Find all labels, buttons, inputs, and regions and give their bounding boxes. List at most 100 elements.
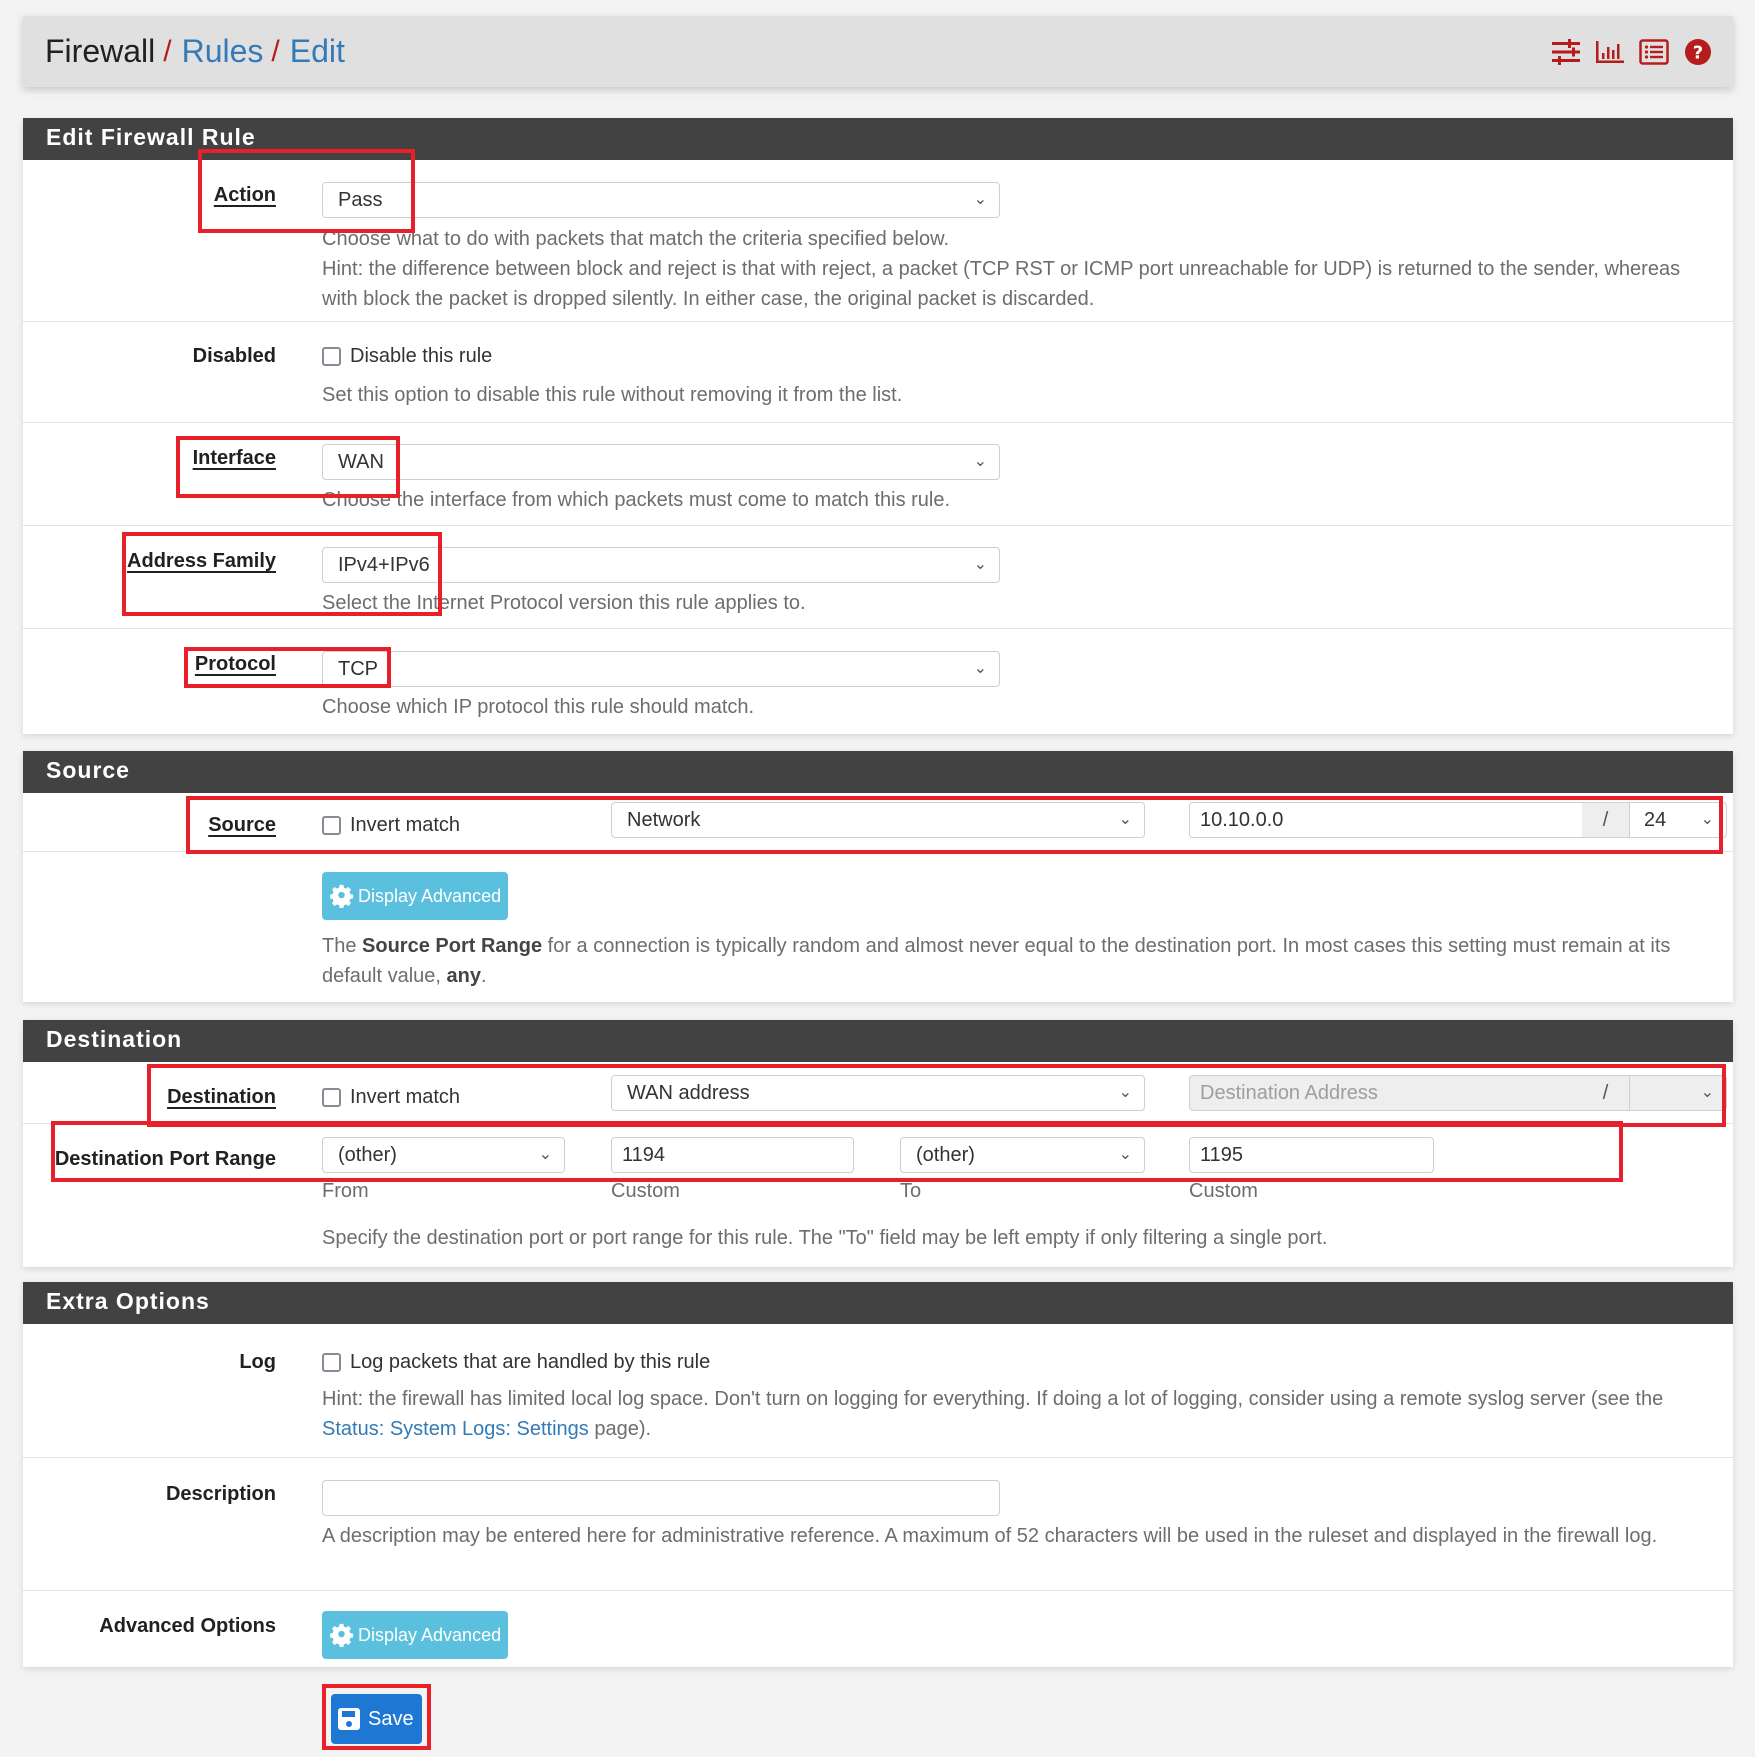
interface-label: Interface (192, 447, 276, 469)
list-icon[interactable] (1639, 37, 1669, 67)
checkbox-box[interactable] (322, 1088, 341, 1107)
help-bold: Source Port Range (362, 935, 543, 957)
port-range-help: Specify the destination port or port ran… (322, 1227, 1328, 1249)
source-display-advanced-button[interactable]: Display Advanced (322, 872, 509, 920)
help-text: . (481, 965, 487, 987)
chevron-down-icon: ⌄ (973, 660, 987, 677)
destination-type-select[interactable]: WAN address ⌄ (611, 1075, 1145, 1111)
disable-rule-checkbox[interactable]: Disable this rule (322, 345, 492, 368)
breadcrumb-separator: / (163, 34, 172, 68)
source-mask-select[interactable]: 24 ⌄ (1629, 802, 1727, 838)
protocol-select[interactable]: TCP ⌄ (322, 651, 1000, 687)
advanced-display-button[interactable]: Display Advanced (322, 1611, 509, 1659)
breadcrumb-rules-link[interactable]: Rules (182, 33, 264, 70)
address-family-help: Select the Internet Protocol version thi… (322, 592, 806, 614)
source-label: Source (208, 814, 276, 836)
chevron-down-icon: ⌄ (1118, 811, 1132, 828)
action-help: Choose what to do with packets that matc… (322, 224, 1713, 314)
interface-select-value: WAN (338, 451, 384, 473)
destination-invert-checkbox[interactable]: Invert match (322, 1086, 460, 1109)
section-title-source: Source (23, 751, 1733, 793)
chevron-down-icon: ⌄ (973, 453, 987, 470)
bar-chart-icon[interactable] (1595, 37, 1625, 67)
source-address-input[interactable]: 10.10.0.0 (1189, 802, 1583, 838)
section-title-extra: Extra Options (23, 1282, 1733, 1324)
port-to-caption: To (900, 1180, 922, 1202)
checkbox-box[interactable] (322, 347, 341, 366)
port-from-caption: From (322, 1180, 369, 1202)
description-help: A description may be entered here for ad… (322, 1525, 1658, 1547)
source-panel: Source Source Invert match Network ⌄ 10.… (23, 751, 1733, 1002)
action-label: Action (213, 184, 276, 206)
advanced-display-label: Display Advanced (358, 1624, 502, 1645)
section-title-destination: Destination (23, 1020, 1733, 1062)
source-row: Source Invert match Network ⌄ 10.10.0.0 … (23, 793, 1733, 852)
source-address-value: 10.10.0.0 (1200, 809, 1284, 831)
header-icons: ? (1551, 16, 1713, 87)
action-row: Action Pass ⌄ Choose what to do with pac… (23, 160, 1733, 322)
source-invert-checkbox[interactable]: Invert match (322, 814, 460, 837)
breadcrumb-edit-link[interactable]: Edit (290, 33, 345, 70)
help-text: page). (588, 1418, 652, 1440)
source-display-advanced-label: Display Advanced (358, 885, 502, 906)
destination-mask-select[interactable]: ⌄ (1629, 1075, 1727, 1111)
gear-icon (330, 884, 354, 908)
destination-address-input[interactable]: Destination Address (1189, 1075, 1583, 1111)
breadcrumb-separator: / (271, 34, 280, 68)
description-input[interactable] (322, 1480, 1000, 1516)
port-to-select[interactable]: (other) ⌄ (900, 1137, 1145, 1173)
extra-options-panel: Extra Options Log Log packets that are h… (23, 1282, 1733, 1667)
breadcrumb-bar: Firewall / Rules / Edit ? (23, 16, 1733, 87)
log-label: Log (239, 1351, 276, 1373)
svg-text:?: ? (1693, 42, 1703, 63)
port-from-select-value: (other) (338, 1144, 397, 1166)
disabled-help: Set this option to disable this rule wit… (322, 384, 903, 406)
sliders-icon[interactable] (1551, 37, 1581, 67)
chevron-down-icon: ⌄ (1118, 1146, 1132, 1163)
port-to-custom-input[interactable]: 1195 (1189, 1137, 1434, 1173)
log-checkbox-label: Log packets that are handled by this rul… (350, 1351, 711, 1373)
action-select-value: Pass (338, 189, 383, 211)
source-slash-addon: / (1582, 802, 1629, 838)
log-checkbox[interactable]: Log packets that are handled by this rul… (322, 1351, 710, 1374)
log-help: Hint: the firewall has limited local log… (322, 1384, 1713, 1444)
port-to-custom-value: 1195 (1200, 1144, 1244, 1166)
system-logs-settings-link[interactable]: Status: System Logs: Settings (322, 1418, 589, 1440)
advanced-options-row: Advanced Options Display Advanced (23, 1591, 1733, 1667)
source-type-value: Network (627, 809, 701, 831)
source-invert-label: Invert match (350, 814, 461, 836)
disable-rule-checkbox-label: Disable this rule (350, 345, 493, 367)
protocol-help: Choose which IP protocol this rule shoul… (322, 696, 755, 718)
log-row: Log Log packets that are handled by this… (23, 1324, 1733, 1458)
interface-row: Interface WAN ⌄ Choose the interface fro… (23, 423, 1733, 526)
destination-port-range-row: Destination Port Range (other) ⌄ 1194 (o… (23, 1124, 1733, 1267)
chevron-down-icon: ⌄ (973, 191, 987, 208)
address-family-select[interactable]: IPv4+IPv6 ⌄ (322, 547, 1000, 583)
checkbox-box[interactable] (322, 1353, 341, 1372)
edit-rule-panel: Edit Firewall Rule Action Pass ⌄ Choose … (23, 118, 1733, 734)
chevron-down-icon: ⌄ (973, 556, 987, 573)
port-from-custom-caption: Custom (611, 1180, 680, 1202)
advanced-options-label: Advanced Options (99, 1615, 276, 1637)
action-help-line: Choose what to do with packets that matc… (322, 228, 950, 250)
chevron-down-icon: ⌄ (538, 1146, 552, 1163)
source-type-select[interactable]: Network ⌄ (611, 802, 1145, 838)
section-title-edit: Edit Firewall Rule (23, 118, 1733, 160)
help-icon[interactable]: ? (1683, 37, 1713, 67)
checkbox-box[interactable] (322, 816, 341, 835)
destination-address-placeholder: Destination Address (1200, 1082, 1378, 1104)
interface-select[interactable]: WAN ⌄ (322, 444, 1000, 480)
help-bold: any (446, 965, 481, 987)
protocol-label: Protocol (194, 653, 276, 675)
description-row: Description A description may be entered… (23, 1458, 1733, 1591)
port-from-custom-input[interactable]: 1194 (611, 1137, 854, 1173)
save-button[interactable]: Save (331, 1694, 422, 1744)
port-from-select[interactable]: (other) ⌄ (322, 1137, 565, 1173)
action-select[interactable]: Pass ⌄ (322, 182, 1000, 218)
gear-icon (330, 1623, 354, 1647)
port-from-custom-value: 1194 (622, 1144, 666, 1166)
source-port-help: The Source Port Range for a connection i… (322, 931, 1713, 991)
source-mask-value: 24 (1644, 809, 1667, 831)
port-to-custom-caption: Custom (1189, 1180, 1258, 1202)
chevron-down-icon: ⌄ (1700, 811, 1714, 828)
